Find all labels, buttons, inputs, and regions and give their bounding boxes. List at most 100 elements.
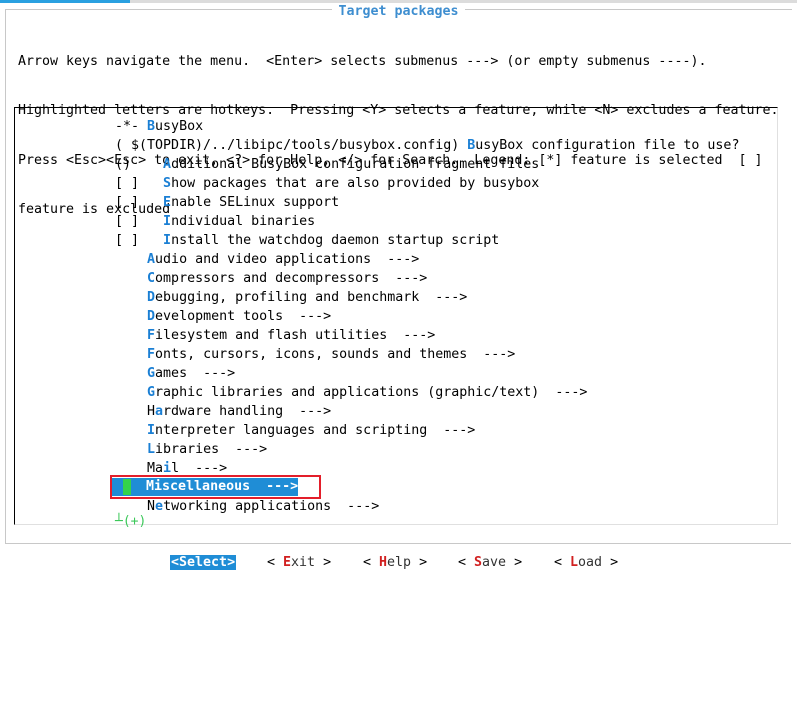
button-label: Save [474, 555, 506, 570]
button-row: <Select> < Exit > < Help > < Save > < Lo… [0, 553, 797, 573]
menu-item-indent [115, 366, 147, 381]
menu-item-label: nterpreter languages and scripting ---> [155, 423, 476, 438]
button-label-rest: elp [387, 555, 412, 570]
menu-item-prefix: -*- [115, 119, 148, 134]
button-hotkey: E [283, 555, 292, 570]
button-bracket: > [602, 555, 619, 570]
menu-item-label: ompressors and decompressors ---> [155, 271, 428, 286]
menu-item-filesystem[interactable]: Filesystem and flash utilities ---> [115, 326, 435, 345]
menu-item-prefix: () [115, 157, 164, 172]
menu-item-label: ibraries ---> [155, 442, 268, 457]
menu-item-hotkey: L [147, 442, 156, 457]
button-label: Exit [283, 555, 315, 570]
menu-item-indent [115, 252, 147, 267]
menu-item-audio-video[interactable]: Audio and video applications ---> [115, 250, 419, 269]
menu-item-indent [115, 271, 147, 286]
menu-item-hotkey: I [147, 423, 156, 438]
menu-item-networking[interactable]: Networking applications ---> [115, 497, 379, 516]
menu-item-label: raphic libraries and applications (graph… [155, 385, 588, 400]
menu-item-selinux[interactable]: [ ] Enable SELinux support [115, 193, 339, 212]
select-button[interactable]: <Select> [170, 553, 237, 573]
button-label: Help [379, 555, 411, 570]
menu-item-indent [115, 499, 147, 514]
menu-item-label-rest: scellaneous ---> [162, 479, 299, 494]
menu-item-prefix: ( $(TOPDIR)/../libipc/tools/busybox.conf… [115, 138, 468, 153]
menu-item-prefix: H [115, 404, 156, 419]
button-hotkey: S [179, 555, 188, 570]
menu-item-label: onts, cursors, icons, sounds and themes … [155, 347, 516, 362]
menu-item-hotkey: D [147, 290, 156, 305]
menu-item-label: evelopment tools ---> [155, 309, 332, 324]
menu-item-hotkey: F [147, 328, 156, 343]
menu-item-individual-binaries[interactable]: [ ] Individual binaries [115, 212, 315, 231]
menu-item-indent [115, 423, 147, 438]
button-bracket: > [315, 555, 332, 570]
menu-item-interpreter-languages[interactable]: Interpreter languages and scripting ---> [115, 421, 475, 440]
menu-item-prefix: Ma [115, 461, 164, 476]
dialog-title: Target packages [0, 3, 797, 21]
menu-item-label: udio and video applications ---> [155, 252, 420, 267]
menu-item-hotkey: I [163, 233, 172, 248]
menu-item-label: how packages that are also provided by b… [171, 176, 540, 191]
menu-item-miscellaneous-selected[interactable]: Miscellaneous ---> [110, 475, 321, 499]
save-button[interactable]: < Save > [458, 553, 522, 573]
button-hotkey: L [570, 555, 579, 570]
menu-item-label: rdware handling ---> [163, 404, 332, 419]
menu-item-hotkey: e [155, 499, 164, 514]
menu-item-checkbox: [ ] [115, 233, 164, 248]
button-hotkey: S [474, 555, 483, 570]
menu-item-indent [115, 309, 147, 324]
menu-item-label: usyBox [155, 119, 204, 134]
load-button[interactable]: < Load > [554, 553, 618, 573]
menu-item-hotkey: C [147, 271, 156, 286]
menu-item-checkbox: [ ] [115, 214, 164, 229]
button-label: Load [570, 555, 602, 570]
help-button[interactable]: < Help > [363, 553, 427, 573]
menu-item-development-tools[interactable]: Development tools ---> [115, 307, 331, 326]
button-hotkey: H [379, 555, 388, 570]
menu-item-hotkey: G [147, 366, 156, 381]
menu-item-label: nstall the watchdog daemon startup scrip… [171, 233, 500, 248]
menu-item-libraries[interactable]: Libraries ---> [115, 440, 267, 459]
menu-item-label: nable SELinux support [171, 195, 340, 210]
button-label: Select [179, 555, 227, 570]
menu-item-hardware-handling[interactable]: Hardware handling ---> [115, 402, 331, 421]
menu-item-label: ebugging, profiling and benchmark ---> [155, 290, 468, 305]
button-bracket: < [363, 555, 380, 570]
button-label-rest: xit [291, 555, 316, 570]
menu-item-label: tworking applications ---> [163, 499, 380, 514]
menu-item-checkbox: [ ] [115, 195, 164, 210]
menu-item-fonts[interactable]: Fonts, cursors, icons, sounds and themes… [115, 345, 515, 364]
menu-item-games[interactable]: Games ---> [115, 364, 235, 383]
exit-button[interactable]: < Exit > [267, 553, 331, 573]
button-label-rest: oad [578, 555, 603, 570]
menu-item-hotkey: S [163, 176, 172, 191]
button-separator [5, 543, 791, 544]
button-bracket: > [227, 555, 236, 570]
menu-item-indent [115, 385, 147, 400]
button-bracket: > [506, 555, 523, 570]
menu-item-hotkey: I [163, 214, 172, 229]
menu-item-indent [115, 290, 147, 305]
menu-item-label-start: N [147, 499, 156, 514]
menu-item-compressors[interactable]: Compressors and decompressors ---> [115, 269, 427, 288]
menu-item-config-file[interactable]: ( $(TOPDIR)/../libipc/tools/busybox.conf… [115, 136, 739, 155]
menu-item-debugging[interactable]: Debugging, profiling and benchmark ---> [115, 288, 467, 307]
menu-item-show-packages[interactable]: [ ] Show packages that are also provided… [115, 174, 539, 193]
menu-item-busybox[interactable]: -*- BusyBox [115, 117, 203, 136]
button-label-rest: ave [482, 555, 507, 570]
menu-item-label: Miscellaneous ---> [146, 477, 298, 497]
menu-item-label-start: M [146, 479, 155, 494]
button-bracket: < [458, 555, 475, 570]
menu-item-graphic-libraries[interactable]: Graphic libraries and applications (grap… [115, 383, 587, 402]
menu-item-hotkey: a [155, 404, 164, 419]
menu-item-hotkey: E [163, 195, 172, 210]
menu-item-label: dditional BusyBox configuration fragment… [171, 157, 540, 172]
more-items-indicator: ┴(+) [115, 514, 147, 529]
menu-item-label: usyBox configuration file to use? [475, 138, 740, 153]
menu-item-hotkey: A [163, 157, 172, 172]
menu-item-watchdog-script[interactable]: [ ] Install the watchdog daemon startup … [115, 231, 499, 250]
menu-item-fragment-files[interactable]: () Additional BusyBox configuration frag… [115, 155, 539, 174]
menu-item-hotkey: A [147, 252, 156, 267]
help-line: Arrow keys navigate the menu. <Enter> se… [18, 54, 707, 69]
